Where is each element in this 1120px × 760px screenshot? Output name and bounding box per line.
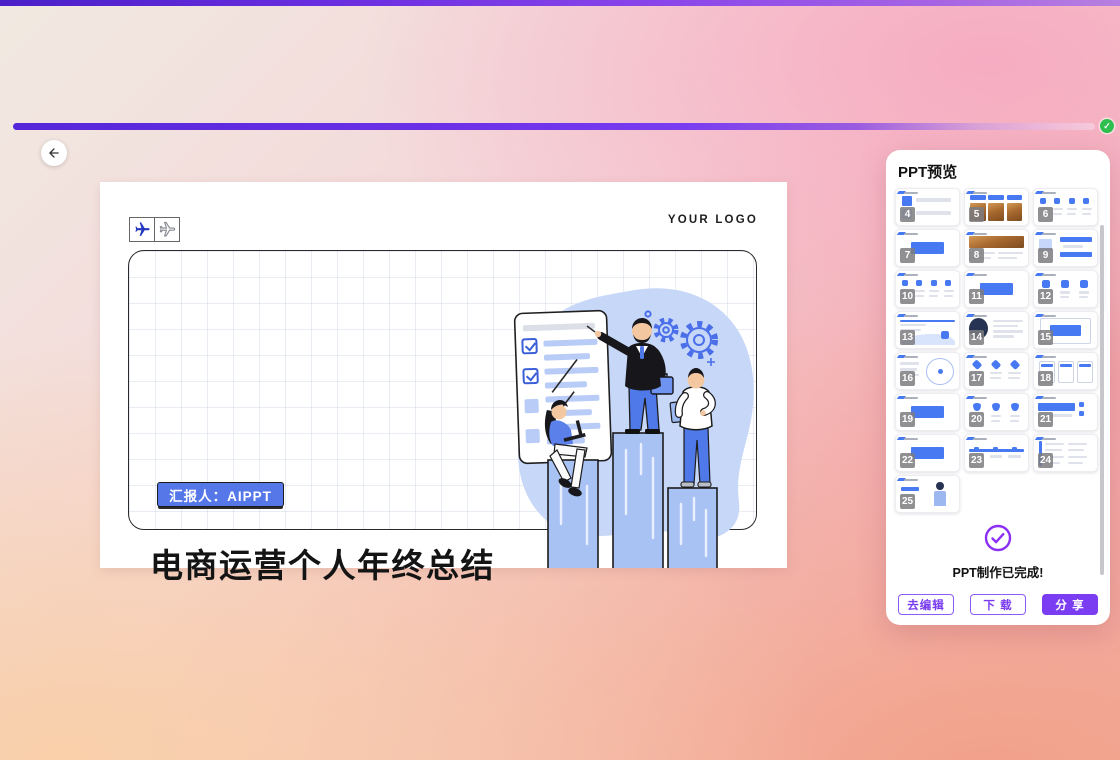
slide-thumbnail[interactable]: 8: [964, 229, 1029, 267]
thumbnail-number: 23: [969, 453, 984, 468]
plane-blue-icon: [129, 217, 155, 242]
back-button[interactable]: [41, 140, 67, 166]
thumbnail-number: 24: [1038, 453, 1053, 468]
edit-button[interactable]: 去编辑: [898, 594, 954, 615]
slide-thumbnail[interactable]: 4: [895, 188, 960, 226]
check-circle-icon: [984, 524, 1012, 552]
reporter-badge: 汇报人：AIPPT: [157, 482, 284, 507]
thumbnail-number: 18: [1038, 371, 1053, 386]
panel-buttons: 去编辑下 载分 享: [898, 594, 1098, 615]
thumbnail-number: 17: [969, 371, 984, 386]
thumbnail-number: 5: [969, 207, 984, 222]
slide-thumbnail[interactable]: 9: [1033, 229, 1098, 267]
slide-title: 电商运营个人年终总结: [150, 539, 495, 587]
panel-title: PPT预览: [898, 161, 957, 182]
progress-bar: [13, 123, 1095, 130]
thumbnail-number: 7: [900, 248, 915, 263]
slide-thumbnail[interactable]: 5: [964, 188, 1029, 226]
thumbnail-number: 22: [900, 453, 915, 468]
ppt-preview-panel: PPT预览 4 5 6 7 8 9 10 11 12 13 14 15 16 17 18 19 20 21 22 23…: [886, 150, 1110, 625]
thumbnail-number: 8: [969, 248, 984, 263]
slide-thumbnail[interactable]: 20: [964, 393, 1029, 431]
top-accent-bar: [0, 0, 1120, 6]
thumbnail-number: 4: [900, 207, 915, 222]
slide-thumbnail[interactable]: 21: [1033, 393, 1098, 431]
slide-thumbnail[interactable]: 15: [1033, 311, 1098, 349]
thumbnail-number: 20: [969, 412, 984, 427]
plane-gray-icon: [154, 217, 180, 242]
slide-logo-planes: [129, 217, 180, 242]
share-button[interactable]: 分 享: [1042, 594, 1098, 615]
slide-preview-canvas: YOUR LOGO 电商运营个人年终总结 汇报人：AIPPT: [100, 182, 787, 568]
thumbnail-number: 12: [1038, 289, 1053, 304]
thumbnail-number: 11: [969, 289, 984, 304]
slide-thumbnail[interactable]: 7: [895, 229, 960, 267]
slide-thumbnail[interactable]: 14: [964, 311, 1029, 349]
thumbnail-number: 10: [900, 289, 915, 304]
done-message: PPT制作已完成!: [886, 562, 1110, 581]
thumbnail-number: 14: [969, 330, 984, 345]
slide-thumbnail[interactable]: 22: [895, 434, 960, 472]
thumbnail-number: 16: [900, 371, 915, 386]
slide-thumbnail[interactable]: 24: [1033, 434, 1098, 472]
done-section: PPT制作已完成!: [886, 524, 1110, 581]
thumbnail-number: 6: [1038, 207, 1053, 222]
thumbnail-grid: 4 5 6 7 8 9 10 11 12 13 14 15 16 17 18 19 20 21 22 23 24 25: [895, 188, 1098, 513]
slide-thumbnail[interactable]: 25: [895, 475, 960, 513]
thumbnail-number: 15: [1038, 330, 1053, 345]
progress-complete-icon: ✓: [1100, 119, 1114, 133]
download-button[interactable]: 下 载: [970, 594, 1026, 615]
arrow-left-icon: [47, 146, 61, 160]
panel-scrollbar[interactable]: [1100, 225, 1104, 575]
slide-thumbnail[interactable]: 17: [964, 352, 1029, 390]
slide-thumbnail[interactable]: 11: [964, 270, 1029, 308]
your-logo-text: YOUR LOGO: [668, 214, 758, 226]
slide-thumbnail[interactable]: 23: [964, 434, 1029, 472]
slide-illustration: [495, 282, 765, 568]
thumbnail-number: 21: [1038, 412, 1053, 427]
thumbnail-number: 9: [1038, 248, 1053, 263]
slide-thumbnail[interactable]: 16: [895, 352, 960, 390]
thumbnail-number: 19: [900, 412, 915, 427]
slide-thumbnail[interactable]: 18: [1033, 352, 1098, 390]
slide-thumbnail[interactable]: 12: [1033, 270, 1098, 308]
slide-thumbnail[interactable]: 13: [895, 311, 960, 349]
thumbnail-number: 13: [900, 330, 915, 345]
thumbnail-number: 25: [900, 494, 915, 509]
slide-thumbnail[interactable]: 10: [895, 270, 960, 308]
slide-thumbnail[interactable]: 19: [895, 393, 960, 431]
slide-thumbnail[interactable]: 6: [1033, 188, 1098, 226]
